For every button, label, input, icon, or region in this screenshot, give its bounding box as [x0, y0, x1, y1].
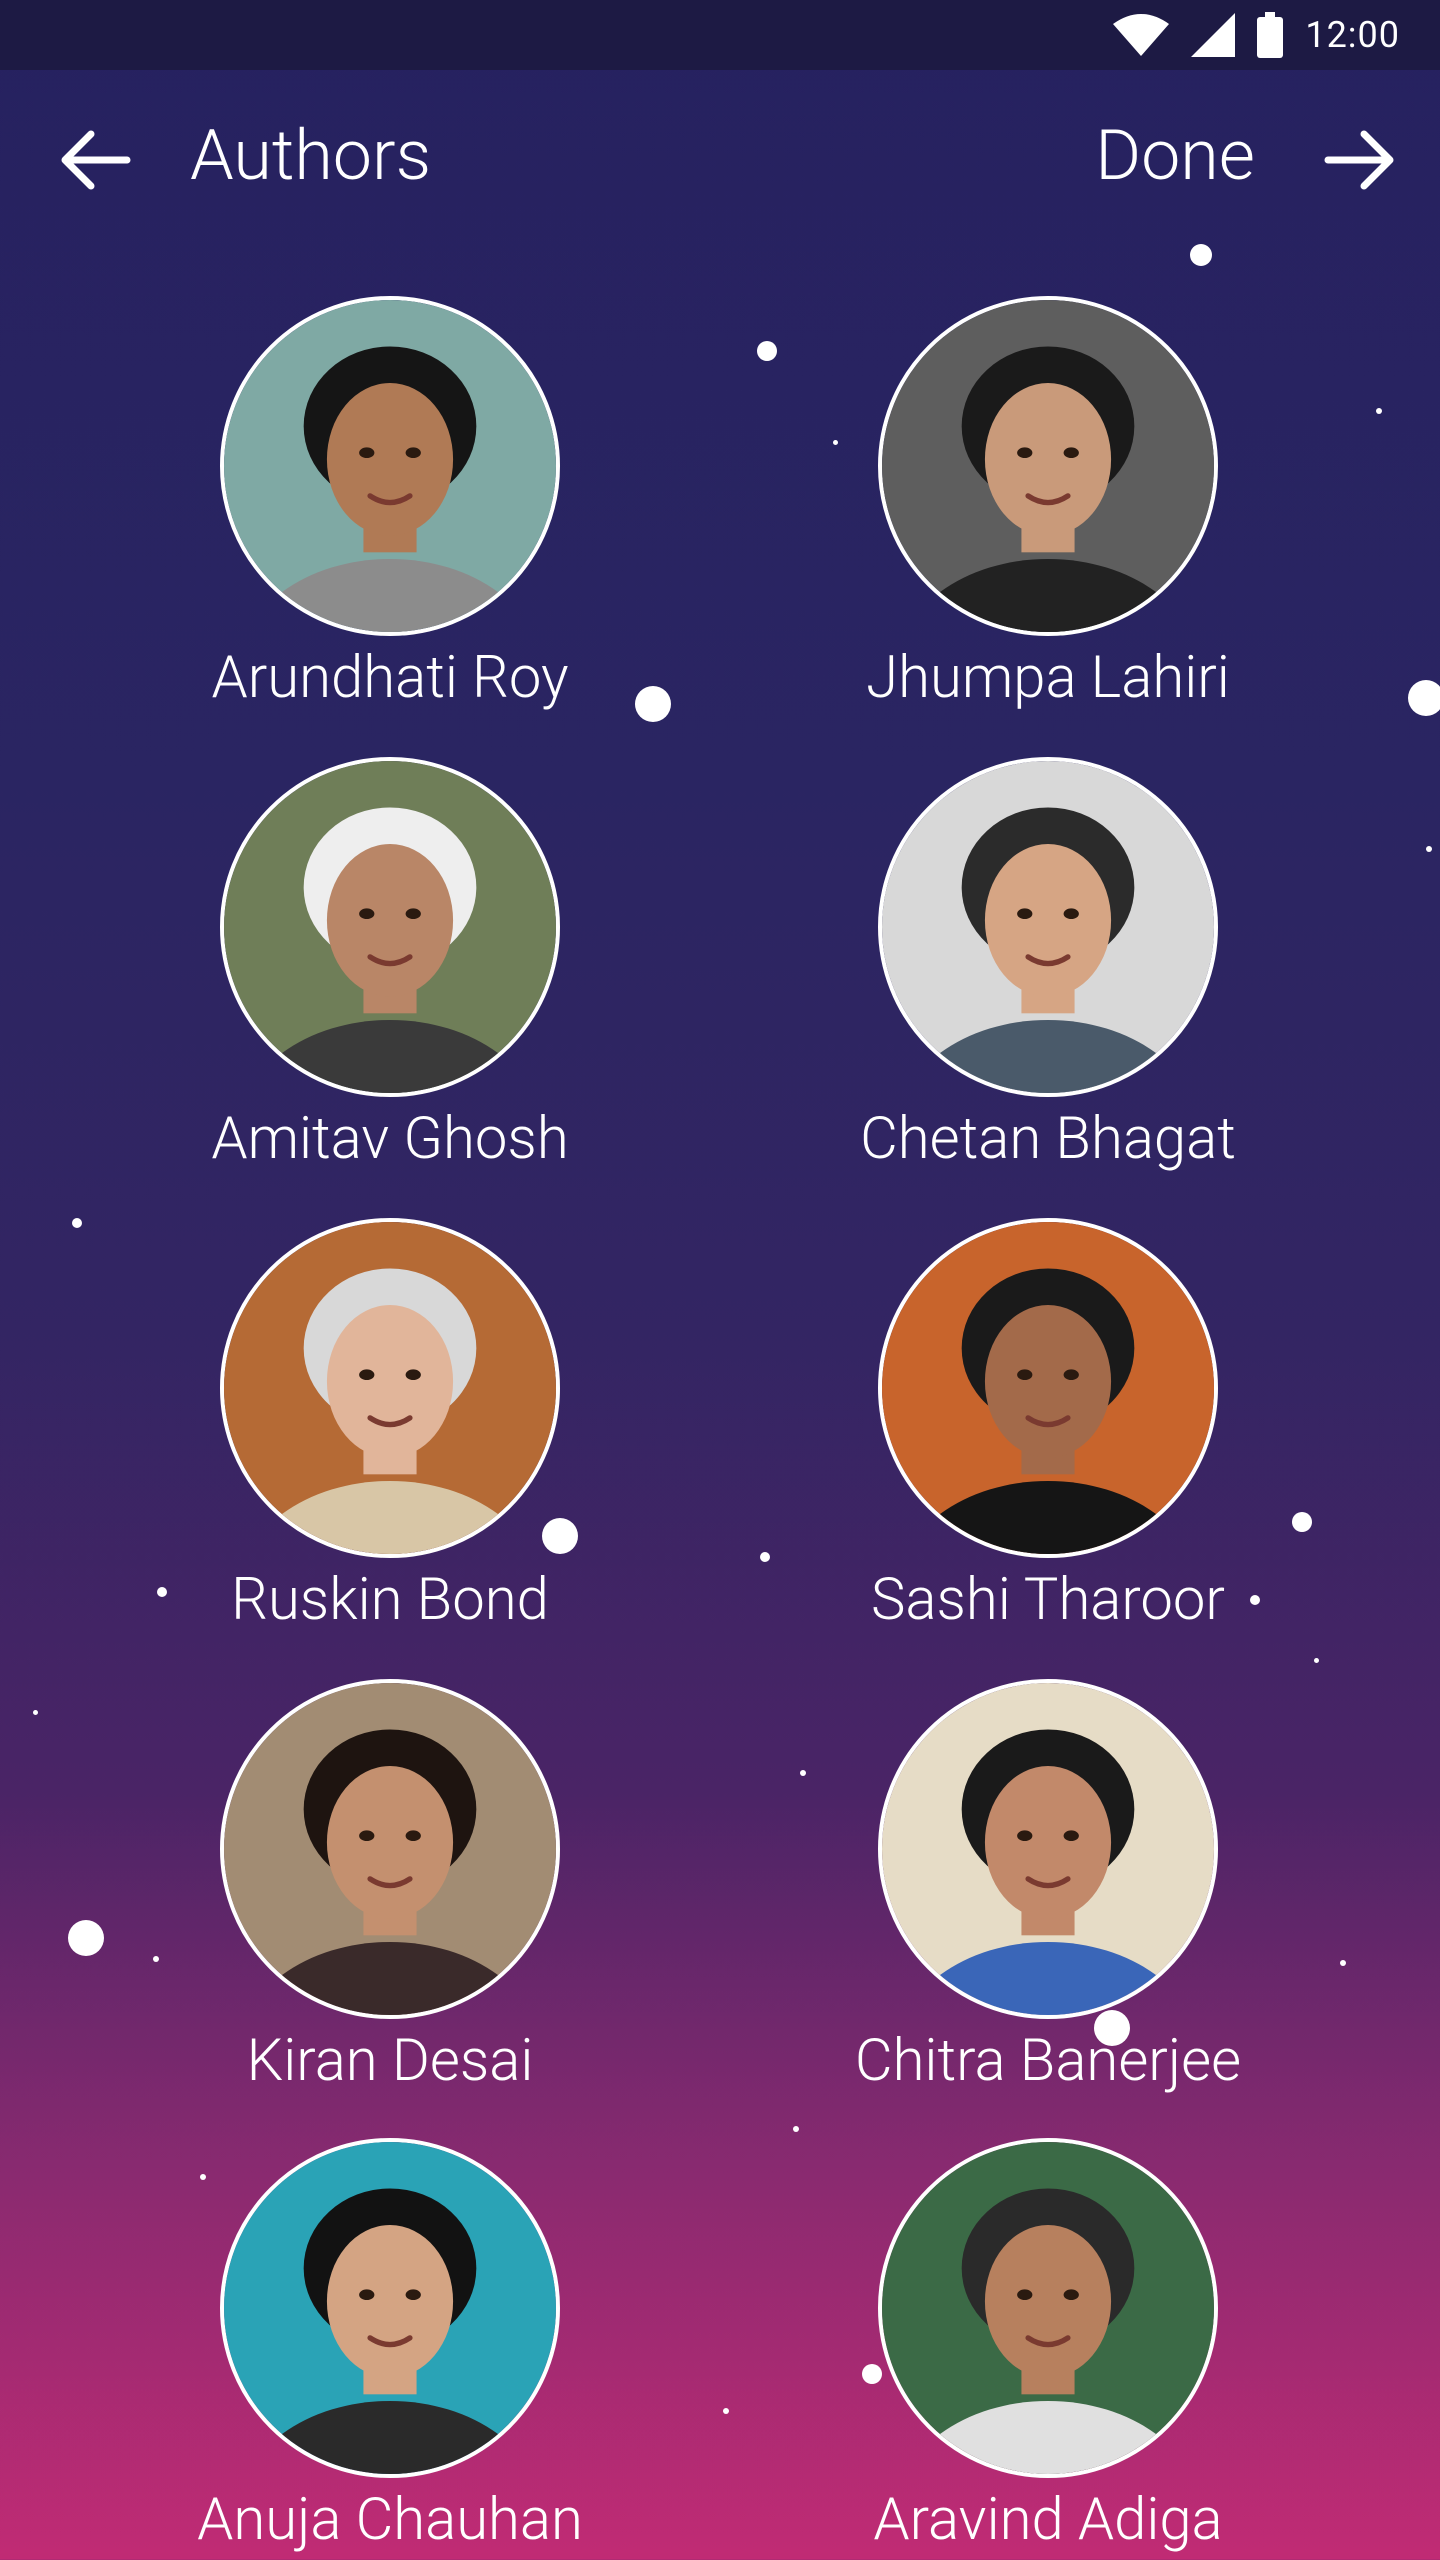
author-card[interactable]: Amitav Ghosh [90, 757, 690, 1173]
author-name: Kiran Desai [246, 2027, 534, 2095]
author-name: Ruskin Bond [231, 1566, 549, 1634]
author-card[interactable]: Ruskin Bond [90, 1218, 690, 1634]
author-name: Jhumpa Lahiri [866, 644, 1230, 712]
author-name: Aravind Adiga [873, 2486, 1223, 2554]
author-avatar[interactable] [220, 757, 560, 1097]
author-card[interactable]: Aravind Adiga [748, 2138, 1348, 2554]
author-card[interactable]: Sashi Tharoor [748, 1218, 1348, 1634]
author-avatar[interactable] [878, 296, 1218, 636]
author-card[interactable]: Chetan Bhagat [748, 757, 1348, 1173]
author-card[interactable]: Kiran Desai [90, 1679, 690, 2095]
author-avatar[interactable] [878, 1218, 1218, 1558]
author-card[interactable]: Anuja Chauhan [90, 2138, 690, 2554]
author-avatar[interactable] [878, 1679, 1218, 2019]
author-name: Chitra Banerjee [854, 2027, 1242, 2095]
author-name: Arundhati Roy [211, 644, 569, 712]
author-avatar[interactable] [220, 2138, 560, 2478]
author-avatar[interactable] [878, 2138, 1218, 2478]
author-avatar[interactable] [220, 296, 560, 636]
authors-grid: Arundhati Roy Jhumpa Lahiri Amitav Ghosh Ch… [0, 0, 1440, 2560]
author-card[interactable]: Jhumpa Lahiri [748, 296, 1348, 712]
author-name: Amitav Ghosh [211, 1105, 569, 1173]
author-name: Chetan Bhagat [860, 1105, 1236, 1173]
author-card[interactable]: Chitra Banerjee [748, 1679, 1348, 2095]
author-avatar[interactable] [220, 1679, 560, 2019]
author-avatar[interactable] [220, 1218, 560, 1558]
author-avatar[interactable] [878, 757, 1218, 1097]
author-name: Anuja Chauhan [197, 2486, 583, 2554]
author-card[interactable]: Arundhati Roy [90, 296, 690, 712]
author-name: Sashi Tharoor [871, 1566, 1225, 1634]
